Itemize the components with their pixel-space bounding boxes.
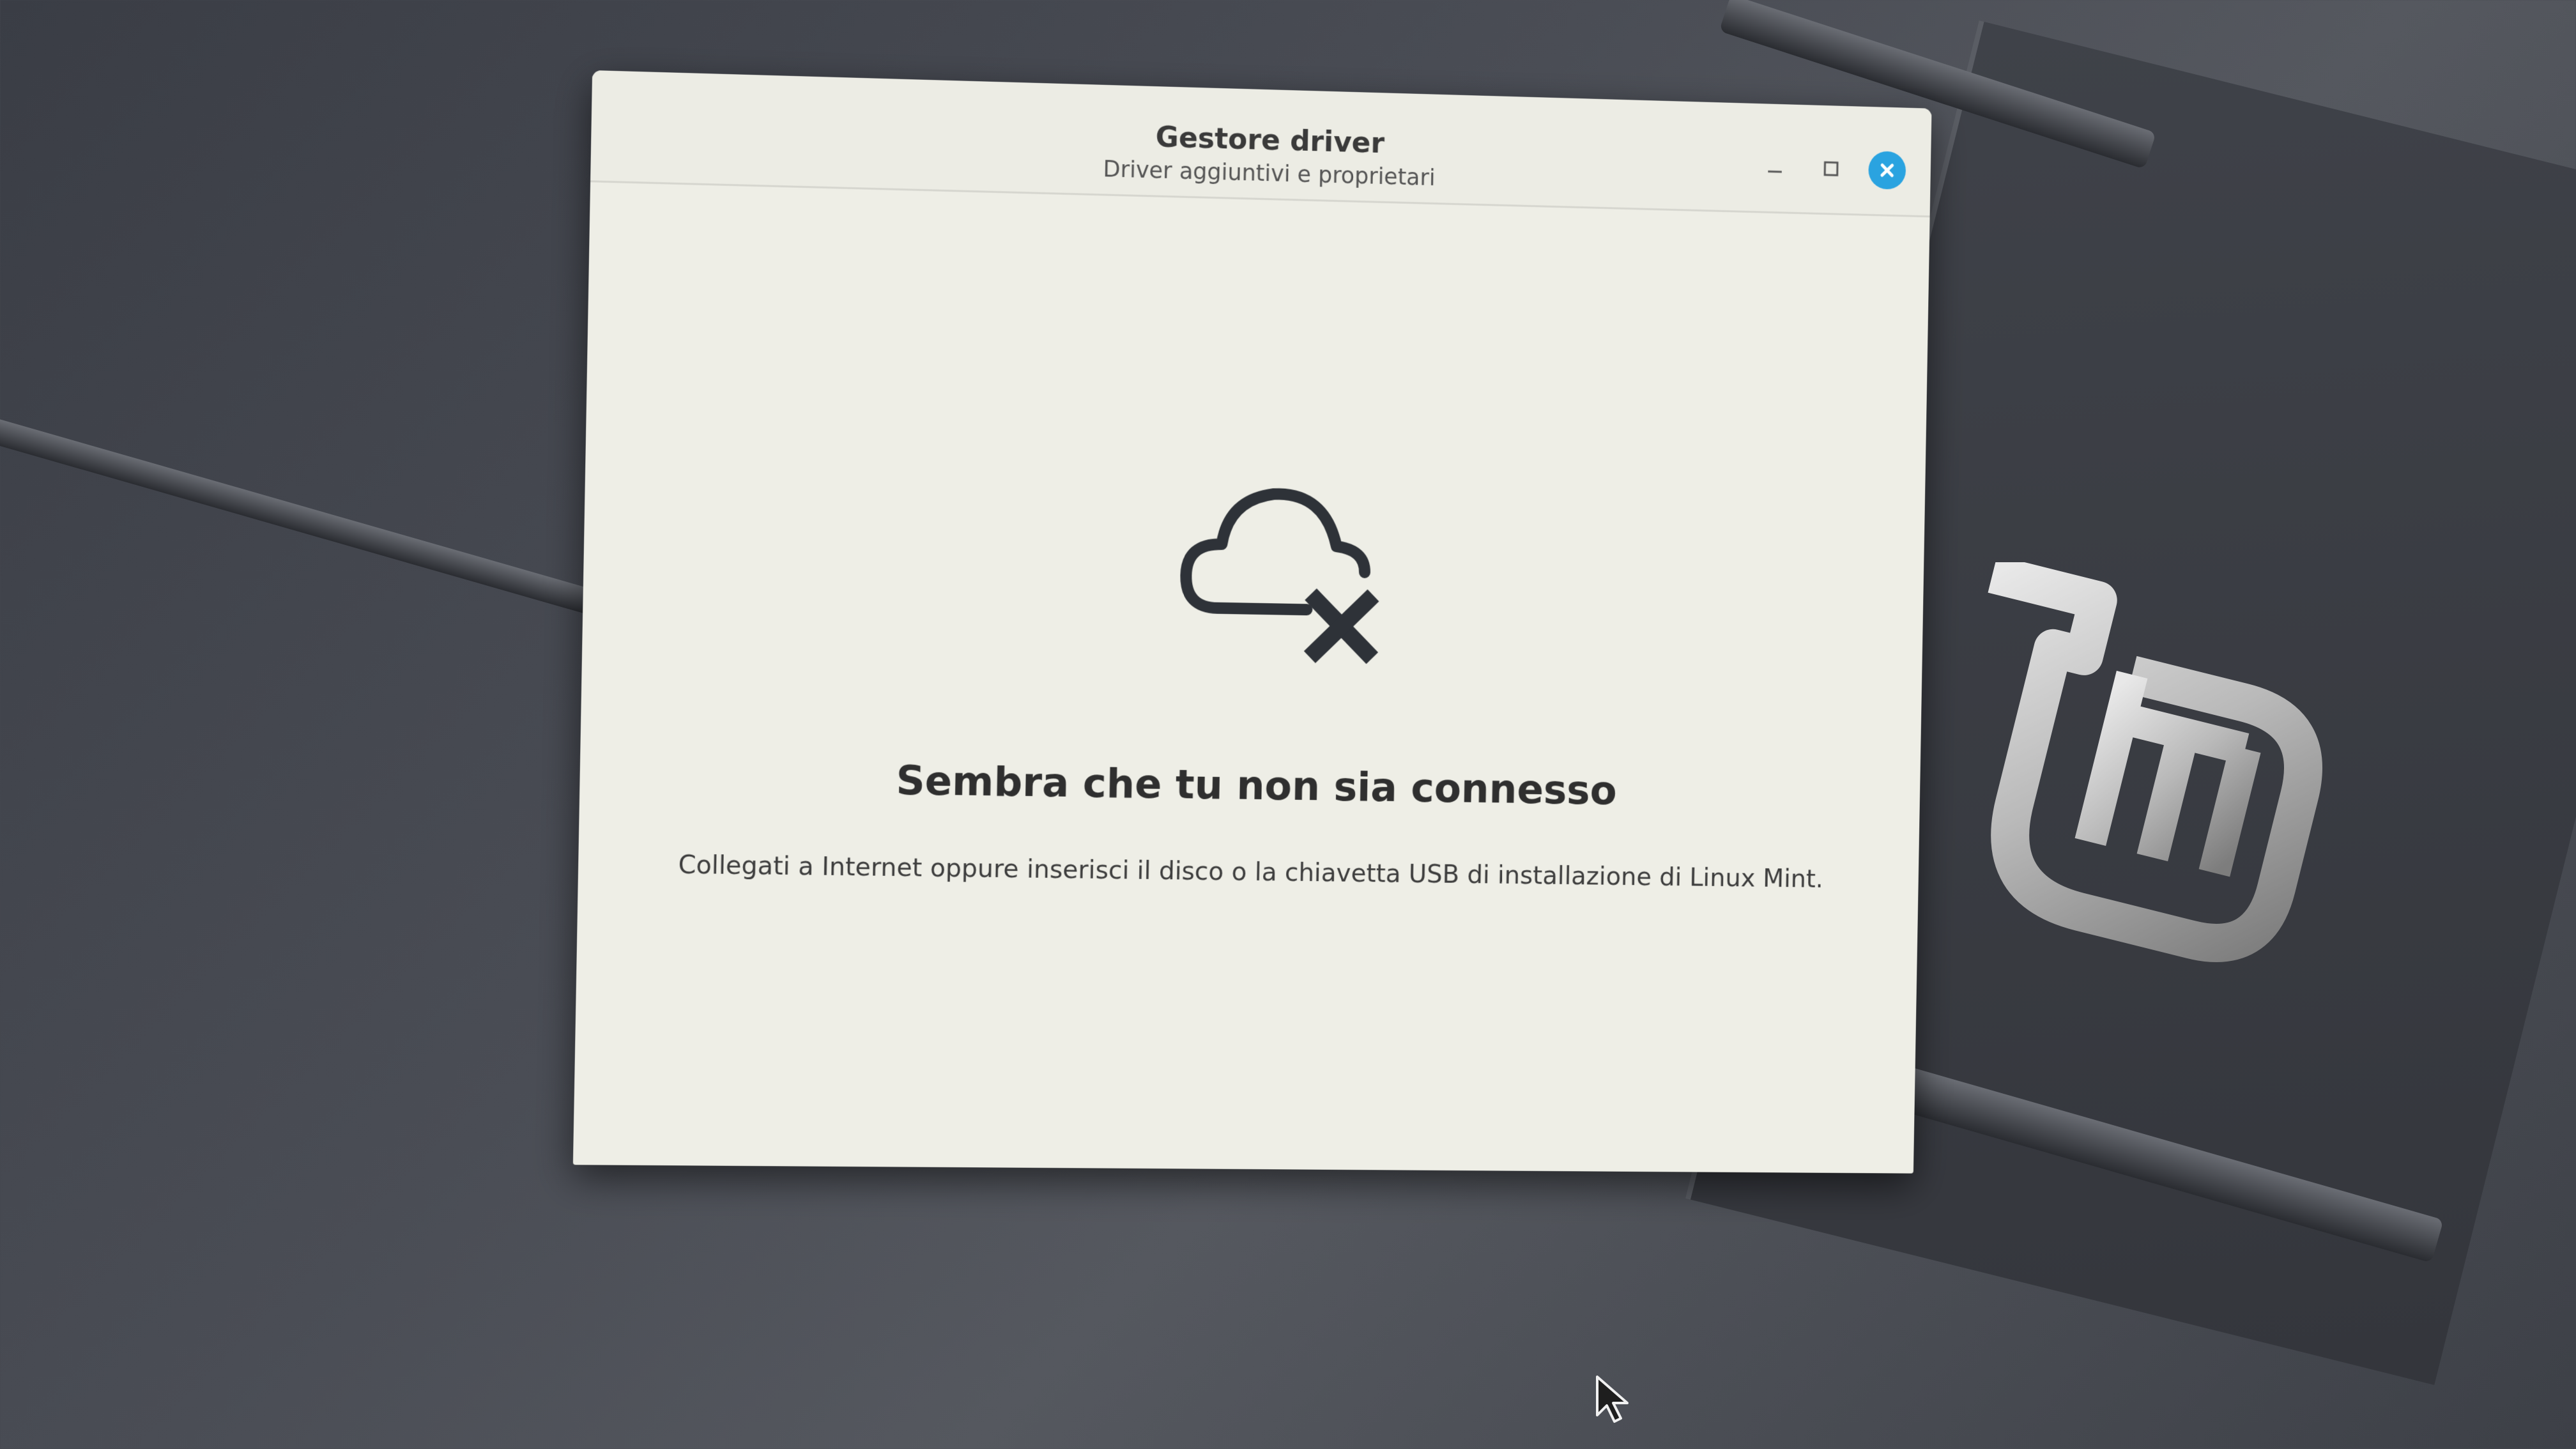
linux-mint-logo xyxy=(1988,562,2322,962)
cloud-offline-icon xyxy=(1172,473,1385,668)
desktop-stripe xyxy=(0,409,641,628)
maximize-icon xyxy=(1821,159,1841,178)
close-icon xyxy=(1878,160,1897,180)
maximize-button[interactable] xyxy=(1812,150,1850,188)
dialog-content: Sembra che tu non sia connesso Collegati… xyxy=(573,182,1930,1173)
minimize-button[interactable] xyxy=(1756,148,1794,187)
driver-manager-window: Gestore driver Driver aggiuntivi e propr… xyxy=(572,70,1932,1174)
offline-headline: Sembra che tu non sia connesso xyxy=(895,756,1618,814)
offline-message: Collegati a Internet oppure inserisci il… xyxy=(678,850,1824,894)
minimize-icon xyxy=(1765,158,1784,177)
mouse-pointer-icon xyxy=(1596,1376,1629,1423)
